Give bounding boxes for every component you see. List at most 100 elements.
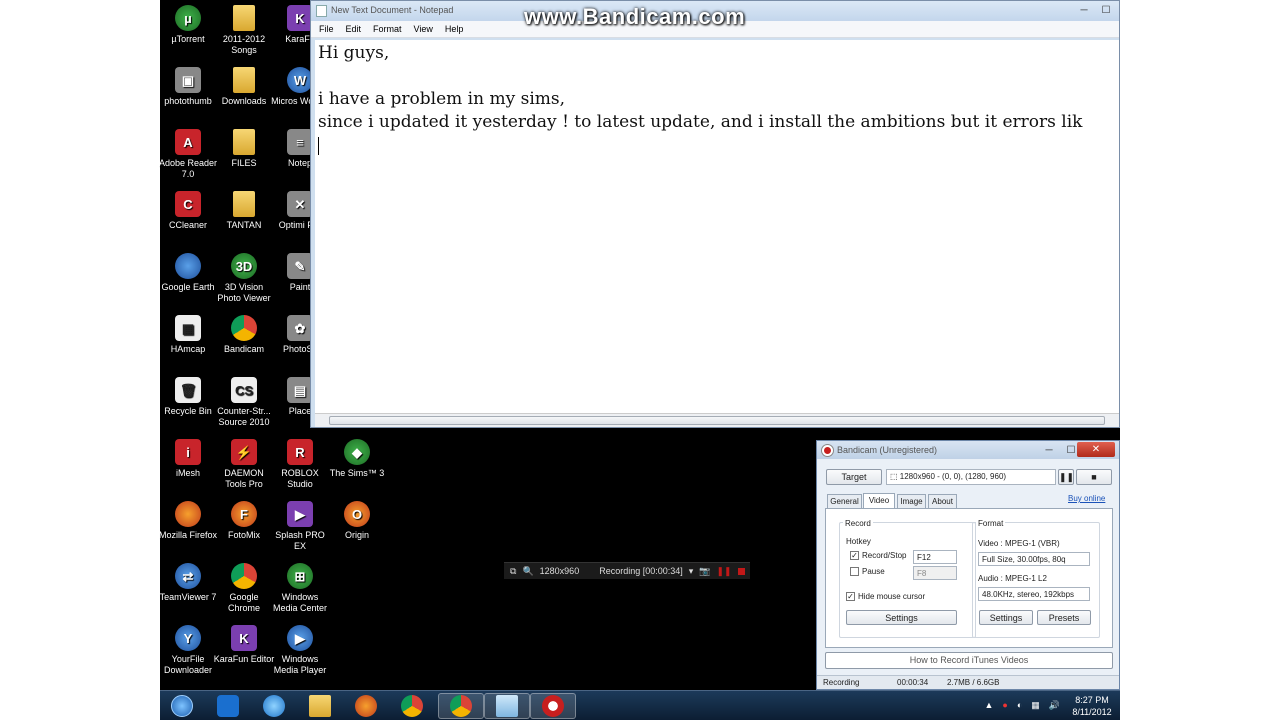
folder-icon xyxy=(233,67,255,93)
show-hidden-icons[interactable]: ▲ xyxy=(984,700,993,711)
desktop-icon-label: Downloads xyxy=(221,96,267,106)
tab-about[interactable]: About xyxy=(928,494,957,508)
clock-time: 8:27 PM xyxy=(1075,695,1109,705)
taskbar-bandicam-open[interactable] xyxy=(530,693,576,719)
desktop-icon[interactable]: ▶ Splash PRO EX xyxy=(269,501,331,552)
taskbar-firefox[interactable] xyxy=(346,693,386,719)
buy-online-link[interactable]: Buy online xyxy=(1068,494,1105,503)
chrome-icon xyxy=(450,695,472,717)
desktop-icon[interactable]: ▶ Windows Media Player xyxy=(269,625,331,676)
pause-checkbox[interactable]: Pause xyxy=(850,567,885,577)
desktop-icon-label: YourFile Downloader xyxy=(163,654,213,675)
desktop-icon[interactable]: O Origin xyxy=(326,501,388,541)
desktop-icon[interactable]: Google Chrome xyxy=(213,563,275,614)
tab-image[interactable]: Image xyxy=(897,494,926,508)
desktop-icon[interactable]: K KaraFun Editor xyxy=(213,625,275,665)
target-field: ⬚ 1280x960 - (0, 0), (1280, 960) xyxy=(886,469,1056,485)
desktop-icon[interactable]: ⚡ DAEMON Tools Pro xyxy=(213,439,275,490)
window-mode-icon[interactable]: ⧉ xyxy=(510,566,516,577)
tab-video[interactable]: Video xyxy=(863,493,895,508)
google-earth-icon xyxy=(175,253,201,279)
record-stop-key[interactable]: F12 xyxy=(913,550,957,564)
hide-cursor-checkbox[interactable]: ✓ Hide mouse cursor xyxy=(846,592,925,602)
start-button[interactable] xyxy=(162,693,202,719)
volume-icon[interactable]: 🔊 xyxy=(1049,700,1060,711)
taskbar-notepad-open[interactable] xyxy=(484,693,530,719)
horizontal-scrollbar[interactable] xyxy=(315,413,1119,427)
menu-view[interactable]: View xyxy=(414,24,433,34)
record-stop-checkbox[interactable]: ✓ Record/Stop xyxy=(850,551,906,561)
right-letterbox xyxy=(1120,0,1280,720)
menu-help[interactable]: Help xyxy=(445,24,464,34)
close-icon[interactable]: ✕ xyxy=(1077,442,1115,457)
pause-button[interactable]: ❚❚ xyxy=(1058,469,1074,485)
bandicam-title: Bandicam (Unregistered) xyxy=(837,445,938,455)
howto-link[interactable]: How to Record iTunes Videos xyxy=(825,652,1113,669)
minimize-icon[interactable]: ─ xyxy=(1039,442,1059,459)
minimize-icon[interactable]: ─ xyxy=(1073,2,1095,19)
dropdown-icon[interactable]: ▾ xyxy=(689,566,694,577)
menu-file[interactable]: File xyxy=(319,24,334,34)
desktop-icon[interactable]: Mozilla Firefox xyxy=(157,501,219,541)
desktop-icon[interactable]: A Adobe Reader 7.0 xyxy=(157,129,219,180)
desktop-icon[interactable]: TANTAN xyxy=(213,191,275,231)
tray-app-icon[interactable]: ◐ xyxy=(1017,700,1022,711)
desktop-icon[interactable]: ◆ The Sims™ 3 xyxy=(326,439,388,479)
roblox-icon: R xyxy=(287,439,313,465)
notepad-text-area[interactable]: Hi guys, i have a problem in my sims, si… xyxy=(315,40,1119,413)
desktop-icon[interactable]: Google Earth xyxy=(157,253,219,293)
bandicam-tray-icon[interactable]: ● xyxy=(1002,700,1007,711)
maximize-icon[interactable]: ☐ xyxy=(1095,2,1117,19)
hamcap-icon: ▦ xyxy=(175,315,201,341)
video-tab-panel: Record Hotkey ✓ Record/Stop F12 Pause F8 … xyxy=(825,508,1113,648)
zoom-icon[interactable]: 🔍 xyxy=(522,566,533,577)
scrollbar-thumb[interactable] xyxy=(329,416,1105,425)
desktop-icon[interactable]: 3D 3D Vision Photo Viewer xyxy=(213,253,275,304)
clock[interactable]: 8:27 PM 8/11/2012 xyxy=(1068,694,1116,718)
presets-button[interactable]: Presets xyxy=(1037,610,1091,625)
desktop-icon[interactable]: ⊞ Windows Media Center xyxy=(269,563,331,614)
record-settings-button[interactable]: Settings xyxy=(846,610,957,625)
menu-edit[interactable]: Edit xyxy=(346,24,362,34)
desktop-icon[interactable]: 🗑 Recycle Bin xyxy=(157,377,219,417)
desktop-icon-label: 2011-2012 Songs xyxy=(222,34,266,55)
desktop-icon[interactable]: i iMesh xyxy=(157,439,219,479)
desktop-icon[interactable]: FILES xyxy=(213,129,275,169)
format-settings-button[interactable]: Settings xyxy=(979,610,1033,625)
camera-icon[interactable]: 📷 xyxy=(699,566,710,577)
video-format-value[interactable]: Full Size, 30.00fps, 80q xyxy=(978,552,1090,566)
taskbar-ie[interactable] xyxy=(254,693,294,719)
target-button[interactable]: Target xyxy=(826,469,882,485)
stop-button[interactable]: ■ xyxy=(1076,469,1112,485)
menu-format[interactable]: Format xyxy=(373,24,402,34)
bandicam-titlebar[interactable]: Bandicam (Unregistered) ─ ☐ ✕ xyxy=(817,441,1119,459)
desktop-icon[interactable]: F FotoMix xyxy=(213,501,275,541)
notepad-title: New Text Document - Notepad xyxy=(331,5,454,15)
desktop-icon[interactable]: ▦ HAmcap xyxy=(157,315,219,355)
utorrent-icon: µ xyxy=(175,5,201,31)
desktop-icon[interactable]: CS Counter-Str... Source 2010 xyxy=(213,377,275,428)
desktop-icon[interactable]: ▣ photothumb xyxy=(157,67,219,107)
taskbar-teamviewer[interactable] xyxy=(208,693,248,719)
desktop-icon[interactable]: Bandicam xyxy=(213,315,275,355)
desktop-icon[interactable]: µ µTorrent xyxy=(157,5,219,45)
desktop-icon-label: 3D Vision Photo Viewer xyxy=(217,282,271,303)
pause-icon[interactable]: ❚❚ xyxy=(717,566,732,577)
audio-format-value[interactable]: 48.0KHz, stereo, 192kbps xyxy=(978,587,1090,601)
network-icon[interactable]: ▦ xyxy=(1031,700,1040,711)
taskbar-explorer[interactable] xyxy=(300,693,340,719)
desktop-icon[interactable]: Y YourFile Downloader xyxy=(157,625,219,676)
desktop-icon[interactable]: C CCleaner xyxy=(157,191,219,231)
text-line: since i updated it yesterday ! to latest… xyxy=(318,112,1083,132)
taskbar-chrome-open[interactable] xyxy=(438,693,484,719)
desktop-icon[interactable]: R ROBLOX Studio xyxy=(269,439,331,490)
taskbar-chrome[interactable] xyxy=(392,693,432,719)
desktop-icon[interactable]: 2011-2012 Songs xyxy=(213,5,275,56)
tab-general[interactable]: General xyxy=(827,494,862,508)
desktop-icon[interactable]: Downloads xyxy=(213,67,275,107)
desktop-icon-label: µTorrent xyxy=(171,34,205,44)
desktop-icon[interactable]: ⇄ TeamViewer 7 xyxy=(157,563,219,603)
stop-icon[interactable] xyxy=(737,567,745,575)
sims-icon: ◆ xyxy=(344,439,370,465)
desktop-icon-label: Splash PRO EX xyxy=(275,530,325,551)
